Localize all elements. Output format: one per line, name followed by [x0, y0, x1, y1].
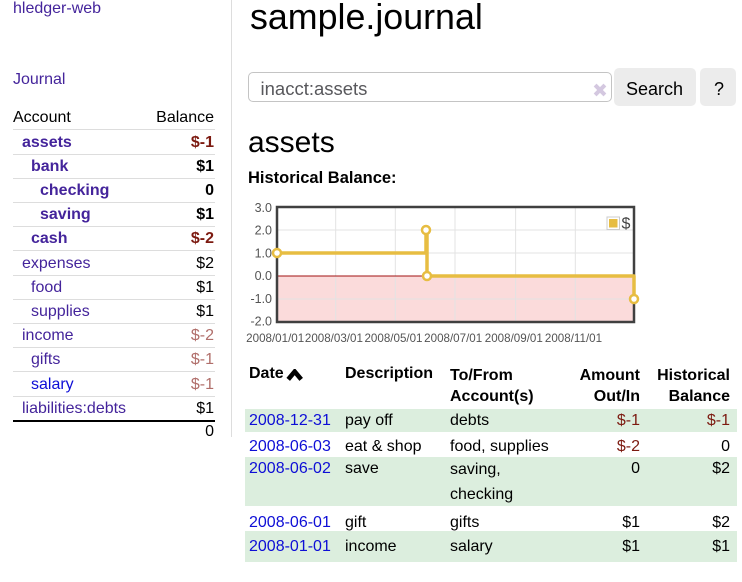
svg-text:2008/03/01: 2008/03/01: [305, 332, 363, 345]
svg-text:-1.0: -1.0: [250, 292, 272, 306]
svg-text:2008/05/01: 2008/05/01: [364, 332, 422, 345]
svg-text:2008/09/01: 2008/09/01: [485, 332, 543, 345]
svg-text:0.0: 0.0: [255, 269, 272, 283]
svg-text:2008/07/01: 2008/07/01: [424, 332, 482, 345]
svg-text:2.0: 2.0: [255, 224, 272, 238]
svg-text:3.0: 3.0: [255, 201, 272, 215]
svg-text:1.0: 1.0: [255, 246, 272, 260]
svg-text:$: $: [622, 216, 631, 233]
svg-text:2008/11/01: 2008/11/01: [545, 332, 602, 345]
svg-text:2008/01/01: 2008/01/01: [246, 332, 304, 345]
svg-text:-2.0: -2.0: [250, 315, 272, 329]
